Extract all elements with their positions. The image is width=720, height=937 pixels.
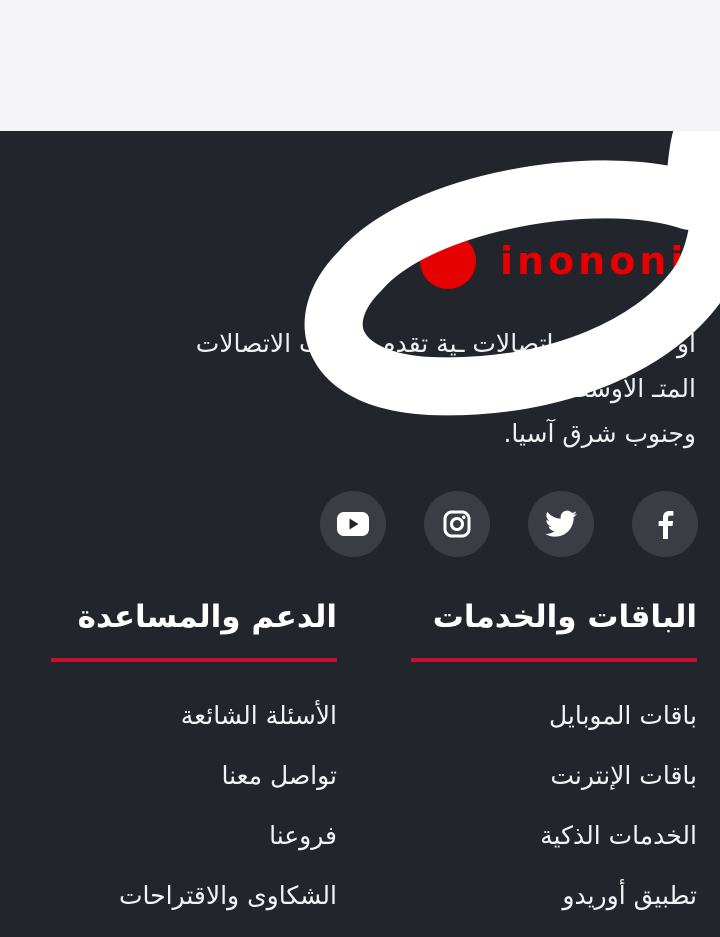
about-line: المتـ الأوسط وشمال أفريقيا xyxy=(409,374,696,403)
title-underline xyxy=(51,658,337,662)
about-line: أو ـهي شركة اتصالات ـية تقدم خدمات الاتص… xyxy=(195,329,696,358)
instagram-icon xyxy=(443,510,471,538)
youtube-button[interactable] xyxy=(320,491,386,557)
link-complaints[interactable]: الشكاوى والاقتراحات xyxy=(47,866,337,926)
support-links: الأسئلة الشائعة تواصل معنا فروعنا الشكاو… xyxy=(47,686,337,926)
site-footer: inononi أو ـهي شركة اتصالات ـية تقدم خدم… xyxy=(0,131,720,937)
facebook-icon xyxy=(658,511,674,539)
social-links xyxy=(320,491,698,557)
packages-links: باقات الموبايل باقات الإنترنت الخدمات ال… xyxy=(407,686,697,926)
link-contact-us[interactable]: تواصل معنا xyxy=(47,746,337,806)
twitter-button[interactable] xyxy=(528,491,594,557)
top-band xyxy=(0,0,720,131)
brand-logo[interactable]: inononi xyxy=(420,231,687,291)
link-internet-packages[interactable]: باقات الإنترنت xyxy=(407,746,697,806)
instagram-button[interactable] xyxy=(424,491,490,557)
link-faq[interactable]: الأسئلة الشائعة xyxy=(47,686,337,746)
about-text: أو ـهي شركة اتصالات ـية تقدم خدمات الاتص… xyxy=(16,321,696,456)
about-line: وجنوب شرق آسيا. xyxy=(503,419,696,448)
youtube-icon xyxy=(337,512,369,536)
title-underline xyxy=(411,658,697,662)
link-app[interactable]: تطبيق أوريدو xyxy=(407,866,697,926)
twitter-icon xyxy=(545,510,577,537)
logo-text: inononi xyxy=(500,239,688,283)
support-title: الدعم والمساعدة xyxy=(77,599,337,635)
support-column: الدعم والمساعدة الأسئلة الشائعة تواصل مع… xyxy=(47,597,337,926)
link-mobile-packages[interactable]: باقات الموبايل xyxy=(407,686,697,746)
link-branches[interactable]: فروعنا xyxy=(47,806,337,866)
logo-dot-icon xyxy=(420,233,476,289)
packages-column: الباقات والخدمات باقات الموبايل باقات ال… xyxy=(407,597,697,926)
packages-title: الباقات والخدمات xyxy=(432,599,697,635)
facebook-button[interactable] xyxy=(632,491,698,557)
link-smart-services[interactable]: الخدمات الذكية xyxy=(407,806,697,866)
